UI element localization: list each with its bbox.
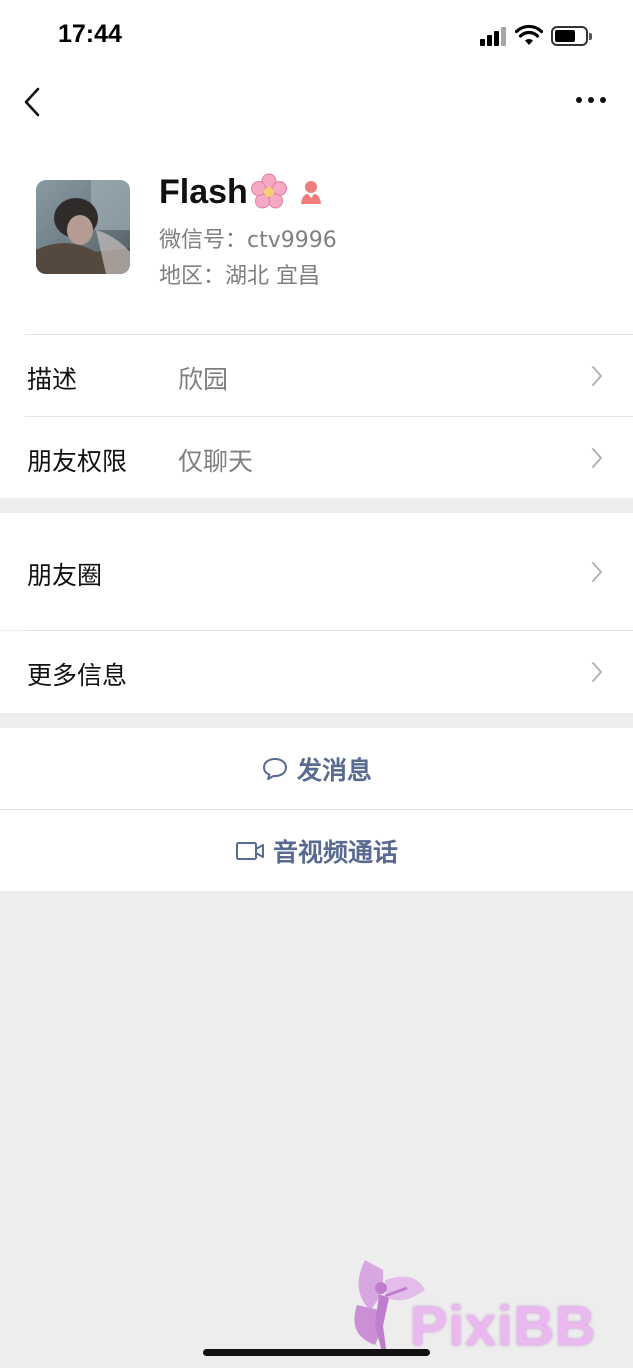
chevron-right-icon (592, 366, 602, 386)
profile-name: Flash (159, 172, 248, 211)
row-friend-permission[interactable]: 朋友权限 仅聊天 (0, 417, 633, 498)
cherry-blossom-icon (250, 173, 287, 209)
home-indicator[interactable] (203, 1349, 430, 1356)
row-moments[interactable]: 朋友圈 (0, 513, 633, 630)
row-description-value: 欣园 (178, 365, 229, 394)
region-line: 地区：湖北 宜昌 (159, 258, 320, 290)
status-time: 17:44 (58, 20, 122, 48)
row-more-info[interactable]: 更多信息 (0, 631, 633, 713)
region-value: 湖北 宜昌 (225, 264, 321, 289)
wechat-id-line: 微信号：ctv9996 (159, 222, 337, 254)
contact-profile-screen: 17:44 Flash 微信号：ctv9996 地区：湖北 宜昌 描述 欣园 朋… (0, 0, 633, 1368)
send-message-label: 发消息 (296, 755, 372, 785)
chevron-right-icon (592, 562, 602, 582)
row-description[interactable]: 描述 欣园 (0, 335, 633, 416)
row-moments-label: 朋友圈 (27, 561, 103, 590)
chevron-left-icon[interactable] (22, 86, 44, 118)
video-camera-icon (235, 841, 264, 860)
video-call-button[interactable]: 音视频通话 (0, 810, 633, 891)
profile-name-row: Flash (159, 170, 324, 214)
watermark-text: PixiBB (410, 1294, 597, 1357)
ellipsis-icon[interactable] (574, 92, 608, 108)
wifi-icon (515, 24, 543, 45)
chevron-right-icon (592, 448, 602, 468)
chat-bubble-icon (262, 757, 287, 780)
row-more-info-label: 更多信息 (27, 661, 128, 690)
battery-icon (551, 26, 592, 46)
chevron-right-icon (592, 662, 602, 682)
video-call-label: 音视频通话 (272, 837, 398, 867)
female-icon (300, 181, 321, 204)
row-description-label: 描述 (27, 365, 78, 394)
avatar[interactable] (36, 180, 130, 274)
header-area: 17:44 Flash 微信号：ctv9996 地区：湖北 宜昌 描述 欣园 朋… (0, 0, 633, 498)
row-friend-permission-value: 仅聊天 (178, 447, 254, 476)
cellular-signal-icon (480, 26, 508, 46)
wechat-id-label: 微信号： (159, 228, 248, 253)
send-message-button[interactable]: 发消息 (0, 728, 633, 809)
wechat-id-value: ctv9996 (247, 228, 337, 253)
region-label: 地区： (159, 264, 226, 289)
row-friend-permission-label: 朋友权限 (27, 447, 128, 476)
